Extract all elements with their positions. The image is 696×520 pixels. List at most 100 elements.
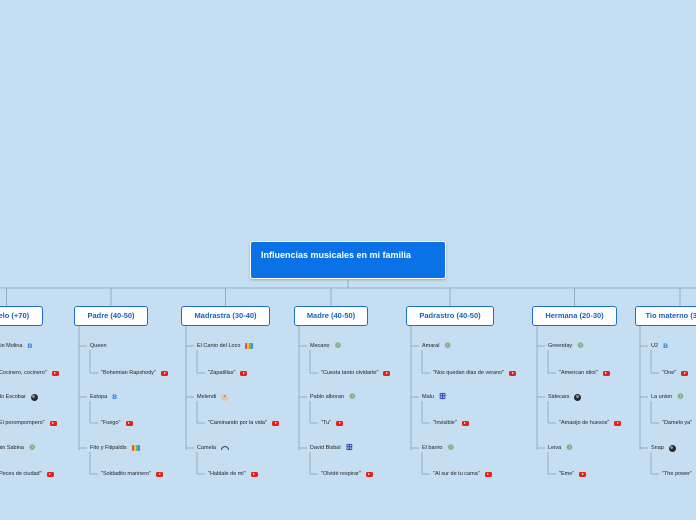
topic-label: David Bisbal — [310, 445, 341, 451]
artist-topic[interactable]: Snap — [651, 444, 676, 452]
flower-icon: ❁ — [447, 443, 455, 452]
youtube-icon[interactable] — [461, 420, 469, 426]
branch-topic[interactable]: Madrastra (30-40) — [181, 306, 270, 326]
arc-icon — [220, 446, 229, 450]
youtube-icon[interactable] — [125, 420, 133, 426]
artist-topic[interactable]: Pablo alboran ❁ — [310, 393, 356, 401]
branch-topic[interactable]: Madre (40-50) — [294, 306, 368, 326]
butterfly-icon: ꕥ — [345, 443, 354, 452]
topic-label: Melendi — [197, 394, 217, 400]
artist-topic[interactable]: Antonio Molina ʙ — [0, 342, 32, 350]
artist-topic[interactable]: David Bisbal ꕥ — [310, 444, 353, 452]
artist-topic[interactable]: Leiva ❁ — [548, 444, 573, 452]
bluetooth-b-icon: ʙ — [27, 341, 33, 350]
artist-topic[interactable]: Estopa ʙ — [90, 393, 117, 401]
song-topic[interactable]: "Nos quedan dias de verano" — [433, 369, 517, 377]
youtube-icon[interactable] — [614, 420, 622, 426]
flower-icon: ❁ — [348, 392, 356, 401]
song-topic[interactable]: "Damelo ya" — [662, 419, 692, 427]
youtube-icon[interactable] — [336, 420, 344, 426]
song-topic[interactable]: "Fuego" — [101, 419, 133, 427]
song-topic[interactable]: "El porompompero" — [0, 419, 57, 427]
topic-label: "Hablale de mi" — [208, 471, 246, 477]
topic-label: "Peces de ciudad" — [0, 471, 42, 477]
youtube-icon[interactable] — [250, 471, 258, 477]
artist-topic[interactable]: Greenday ❁ — [548, 342, 584, 350]
artist-topic[interactable]: Queen — [90, 342, 107, 350]
song-topic[interactable]: "Tu" — [321, 419, 344, 427]
youtube-icon[interactable] — [156, 471, 164, 477]
topic-label: "Zapatillas" — [208, 370, 236, 376]
branch-title: Madre (40-50) — [306, 311, 356, 320]
topic-label: Leiva — [548, 445, 562, 451]
song-topic[interactable]: "Invisible" — [433, 419, 469, 427]
artist-topic[interactable]: Camela — [197, 444, 229, 452]
topic-label: "Damelo ya" — [662, 420, 693, 426]
youtube-icon[interactable] — [240, 370, 248, 376]
youtube-icon[interactable] — [49, 420, 57, 426]
youtube-icon[interactable] — [383, 370, 391, 376]
topic-label: Pablo alboran — [310, 394, 344, 400]
artist-topic[interactable]: Amaral ❁ — [422, 342, 451, 350]
flower-icon: ❁ — [566, 443, 573, 452]
artist-topic[interactable]: El Canto del Loco — [197, 342, 254, 350]
flower-icon: ❁ — [577, 341, 584, 350]
bluetooth-b-icon: ʙ — [112, 392, 118, 401]
topic-label: Manolo Escobar — [0, 394, 26, 400]
branch-topic[interactable]: Tio materno (30-40) — [635, 306, 696, 326]
song-topic[interactable]: "Cuesta tanto olvidarte" — [321, 369, 391, 377]
topic-label: La union — [651, 394, 673, 400]
song-topic[interactable]: "Peces de ciudad" — [0, 470, 54, 478]
song-topic[interactable]: "Al sur de tu cama" — [433, 470, 492, 478]
youtube-icon[interactable] — [484, 471, 492, 477]
song-topic[interactable]: "Eme" — [559, 470, 587, 478]
topic-label: "Bohemian Rapshody" — [101, 370, 156, 376]
branch-title: Madrastra (30-40) — [194, 311, 257, 320]
artist-topic[interactable]: La union ❁ — [651, 393, 684, 401]
branch-topic[interactable]: Padre (40-50) — [74, 306, 148, 326]
song-topic[interactable]: "Amasijo de huesos" — [559, 419, 622, 427]
topic-label: Camela — [197, 445, 216, 451]
youtube-icon[interactable] — [681, 370, 689, 376]
artist-topic[interactable]: El barrio ❁ — [422, 444, 454, 452]
youtube-icon[interactable] — [509, 370, 517, 376]
topic-label: Fito y Fitipaldis — [90, 445, 127, 451]
youtube-icon[interactable] — [271, 420, 279, 426]
song-topic[interactable]: "Zapatillas" — [208, 369, 248, 377]
branch-topic[interactable]: Hermana (20-30) — [532, 306, 617, 326]
artist-topic[interactable]: Melendi — [197, 393, 229, 401]
youtube-icon[interactable] — [51, 370, 59, 376]
root-topic[interactable]: Influencias musicales en mi familia — [250, 241, 446, 279]
artist-topic[interactable]: U2 ʙ — [651, 342, 668, 350]
topic-label: "Cuesta tanto olvidarte" — [321, 370, 379, 376]
topic-label: Snap — [651, 445, 664, 451]
artist-topic[interactable]: Mecano ❁ — [310, 342, 341, 350]
youtube-icon[interactable] — [365, 471, 373, 477]
youtube-icon[interactable] — [46, 471, 54, 477]
song-topic[interactable]: "Cocinero, cocinero" — [0, 369, 59, 377]
topic-label: "American idiot" — [559, 370, 598, 376]
artist-topic[interactable]: Manolo Escobar — [0, 393, 38, 401]
topic-label: "Tu" — [321, 420, 332, 426]
youtube-icon[interactable] — [160, 370, 168, 376]
youtube-icon[interactable] — [602, 370, 610, 376]
song-topic[interactable]: "Bohemian Rapshody" — [101, 369, 168, 377]
song-topic[interactable]: "Soldadito marinero" — [101, 470, 164, 478]
artist-topic[interactable]: Malu ꕥ — [422, 393, 446, 401]
topic-label: "El porompompero" — [0, 420, 45, 426]
artist-topic[interactable]: Fito y Fitipaldis — [90, 444, 140, 452]
song-topic[interactable]: "Hablale de mi" — [208, 470, 258, 478]
topic-label: "Olvidé respirar" — [321, 471, 361, 477]
artist-topic[interactable]: Sidecars — [548, 393, 582, 401]
artist-topic[interactable]: Joaquin Sabina ❁ — [0, 444, 36, 452]
song-topic[interactable]: "One" — [662, 369, 689, 377]
song-topic[interactable]: "The power" — [662, 470, 692, 478]
song-topic[interactable]: "Caminando por la vida" — [208, 419, 279, 427]
song-topic[interactable]: "American idiot" — [559, 369, 610, 377]
branch-topic[interactable]: Abuelo (+70) — [0, 306, 43, 326]
topic-label: Amaral — [422, 343, 440, 349]
branch-topic[interactable]: Padrastro (40-50) — [406, 306, 494, 326]
play-circle-icon — [221, 393, 229, 401]
song-topic[interactable]: "Olvidé respirar" — [321, 470, 373, 478]
youtube-icon[interactable] — [579, 471, 587, 477]
